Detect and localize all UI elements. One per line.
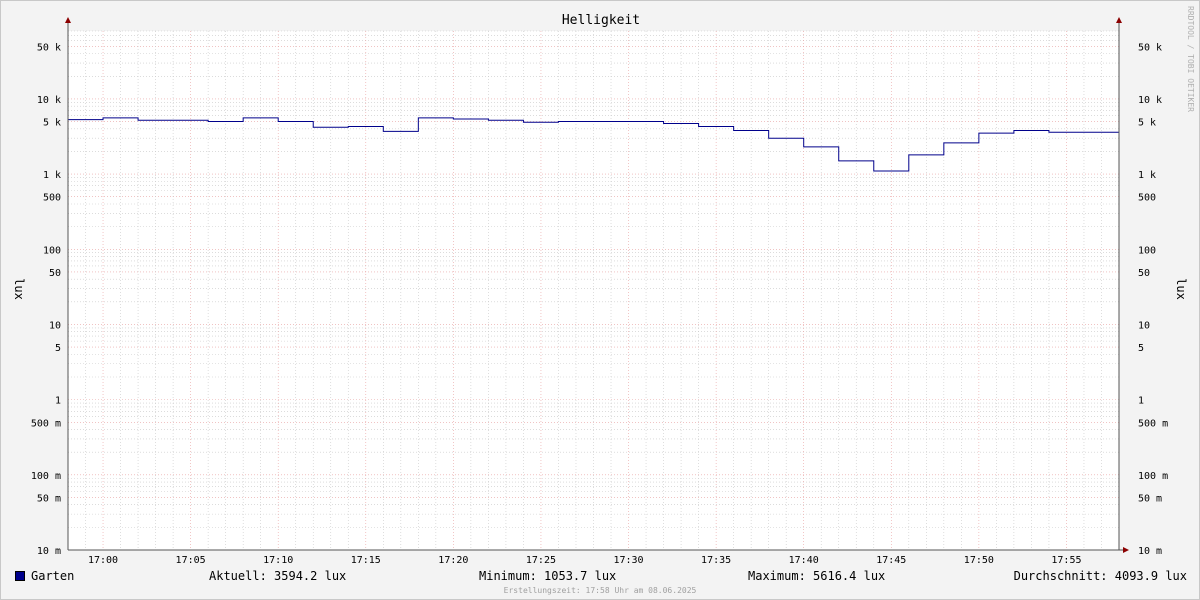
y-tick-label-left: 10 m (37, 546, 61, 557)
y-tick-label-left: 50 (49, 268, 61, 279)
chart: 50 k 50 k 10 k 10 k 5 k 5 k 1 k 1 k 500 500 100 100… (12, 6, 1195, 566)
legend-series-name: Garten (31, 569, 75, 583)
legend: Garten Aktuell: 3594.2 lux Minimum: 1053… (15, 569, 1187, 585)
x-tick-label: 17:20 (438, 555, 468, 566)
y-tick-label-left: 1 k (43, 170, 61, 181)
y-tick-label-right: 100 (1138, 245, 1156, 256)
y-tick-label-right: 10 m (1138, 546, 1162, 557)
x-tick-label: 17:50 (964, 555, 994, 566)
y-tick-label-right: 50 (1138, 268, 1150, 279)
y-tick-label-right: 500 m (1138, 418, 1168, 429)
y-tick-label-right: 1 k (1138, 170, 1156, 181)
stat-durchschnitt: Durchschnitt: 4093.9 lux (1013, 569, 1187, 583)
y-tick-label-left: 100 m (31, 471, 61, 482)
y-tick-label-right: 10 k (1138, 95, 1162, 106)
y-tick-label-right: 100 m (1138, 471, 1168, 482)
y-axis-arrow-right (1116, 17, 1122, 23)
y-tick-label-left: 5 (55, 343, 61, 354)
y-tick-label-right: 1 (1138, 396, 1144, 407)
y-tick-label-left: 5 k (43, 118, 61, 129)
y-tick-label-left: 100 (43, 245, 61, 256)
chart-title: Helligkeit (562, 13, 640, 28)
chart-frame: 50 k 50 k 10 k 10 k 5 k 5 k 1 k 1 k 500 500 100 100… (0, 0, 1200, 600)
y-tick-label-right: 500 (1138, 193, 1156, 204)
y-tick-label-left: 500 (43, 193, 61, 204)
legend-swatch (15, 571, 25, 581)
y-axis-label-right: lux (1174, 278, 1188, 300)
y-tick-label-left: 10 k (37, 95, 61, 106)
x-tick-label: 17:00 (88, 555, 118, 566)
y-tick-label-right: 10 (1138, 320, 1150, 331)
x-tick-label: 17:10 (263, 555, 293, 566)
x-tick-label: 17:45 (876, 555, 906, 566)
y-tick-label-left: 50 m (37, 493, 61, 504)
y-tick-label-right: 50 m (1138, 493, 1162, 504)
x-tick-label: 17:35 (701, 555, 731, 566)
x-tick-label: 17:05 (176, 555, 206, 566)
x-tick-label: 17:55 (1051, 555, 1081, 566)
x-tick-label: 17:30 (613, 555, 643, 566)
y-tick-label-left: 50 k (37, 42, 61, 53)
stat-maximum: Maximum: 5616.4 lux (748, 569, 886, 583)
y-tick-label-right: 5 k (1138, 118, 1156, 129)
x-tick-label: 17:25 (526, 555, 556, 566)
y-tick-label-left: 10 (49, 320, 61, 331)
stat-aktuell: Aktuell: 3594.2 lux (209, 569, 347, 583)
y-tick-label-right: 50 k (1138, 42, 1162, 53)
x-axis-arrow (1123, 547, 1129, 553)
y-axis-label-left: lux (12, 278, 26, 300)
creation-time-footer: Erstellungszeit: 17:58 Uhr am 08.06.2025 (503, 586, 697, 595)
x-tick-label: 17:40 (789, 555, 819, 566)
stat-minimum: Minimum: 1053.7 lux (479, 569, 617, 583)
y-tick-label-left: 1 (55, 396, 61, 407)
y-axis-arrow-left (65, 17, 71, 23)
watermark: RRDTOOL / TOBI OETIKER (1186, 6, 1195, 112)
y-tick-label-left: 500 m (31, 418, 61, 429)
y-tick-label-right: 5 (1138, 343, 1144, 354)
x-tick-label: 17:15 (351, 555, 381, 566)
